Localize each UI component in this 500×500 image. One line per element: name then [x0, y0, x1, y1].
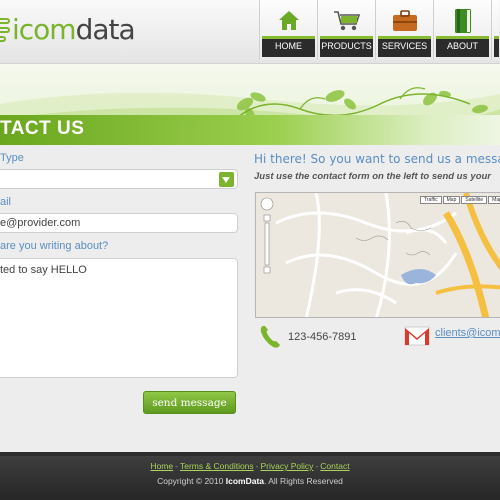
nav-label-home: HOME [262, 36, 315, 57]
nav-item-about[interactable]: ABOUT [433, 0, 491, 60]
copyright-brand: IcomData [225, 476, 264, 486]
nav-label-products: PRODUCTS [320, 36, 373, 57]
message-label: are you writing about? [0, 240, 109, 252]
greeting-heading: Hi there! So you want to send us a messa [254, 152, 500, 166]
nav-item-partial[interactable] [491, 0, 499, 60]
footer-separator: - [255, 461, 259, 471]
footer-separator: - [175, 461, 178, 471]
location-map[interactable]: Traffic Map Satellite Map [255, 192, 500, 318]
type-select[interactable] [0, 169, 238, 189]
type-label: Type [0, 152, 24, 164]
logo[interactable]: icomdata [0, 12, 136, 46]
logo-prefix: icom [12, 12, 77, 46]
book-icon [434, 6, 491, 36]
footer-link-privacy[interactable]: Privacy Policy [261, 461, 314, 471]
phone-number: 123-456-7891 [288, 331, 357, 343]
message-textarea[interactable]: ted to say HELLO [0, 258, 238, 378]
footer-links: Home - Terms & Conditions - Privacy Policy - C… [0, 461, 500, 471]
map-type-satellite[interactable]: Satellite [461, 196, 488, 204]
footer-link-terms[interactable]: Terms & Conditions [180, 461, 254, 471]
send-message-button[interactable]: send message [143, 391, 236, 414]
greeting-subtext: Just use the contact form on the left to… [254, 171, 491, 182]
home-icon [260, 6, 317, 36]
map-type-bar: Traffic Map Satellite Map [419, 196, 500, 204]
footer-link-contact[interactable]: Contact [320, 461, 349, 471]
footer-separator: - [315, 461, 319, 471]
nav-label-about: ABOUT [436, 36, 489, 57]
copyright-prefix: Copyright © 2010 [157, 476, 226, 486]
nav-item-services[interactable]: SERVICES [375, 0, 433, 60]
main-nav: HOME PRODUCTS SERVICES ABOUT [259, 0, 499, 60]
map-type-extra[interactable]: Map [488, 196, 500, 204]
email-field[interactable]: e@provider.com [0, 213, 238, 233]
shopping-cart-icon [318, 6, 375, 36]
map-type-map[interactable]: Map [442, 196, 461, 204]
nav-label-services: SERVICES [378, 36, 431, 57]
map-type-traffic[interactable]: Traffic [420, 196, 442, 204]
map-roads-icon [256, 193, 500, 317]
page-title: TACT US [0, 118, 85, 139]
logo-text: icomdata [12, 12, 136, 46]
chevron-down-icon[interactable] [219, 172, 234, 187]
nav-item-products[interactable]: PRODUCTS [317, 0, 375, 60]
nav-label-partial [494, 36, 499, 57]
phone-icon [258, 324, 284, 355]
footer-link-home[interactable]: Home [150, 461, 173, 471]
gmail-icon [404, 325, 430, 352]
copyright-suffix: . All Rights Reserved [264, 476, 343, 486]
nav-item-home[interactable]: HOME [259, 0, 317, 60]
logo-suffix: data [75, 12, 136, 46]
briefcase-icon [376, 6, 433, 36]
email-link[interactable]: clients@icomd [435, 327, 500, 339]
header: icomdata HOME PRODUCTS SERVICES ABOUT [0, 0, 500, 64]
email-label: ail [0, 196, 12, 208]
logo-mark-icon [0, 16, 10, 42]
copyright: Copyright © 2010 IcomData. All Rights Re… [0, 476, 500, 486]
